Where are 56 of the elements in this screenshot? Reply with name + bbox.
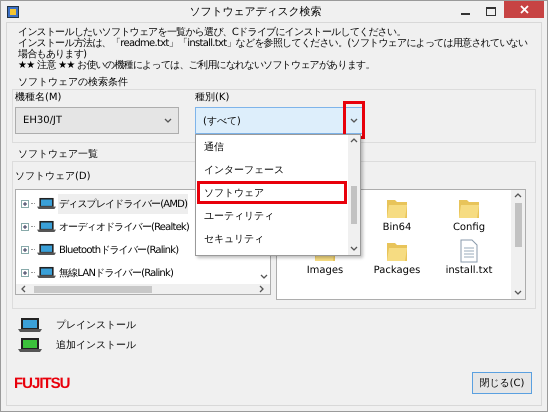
close-button[interactable] [504,1,544,18]
dropdown-option[interactable]: インターフェース [197,158,347,181]
logo: FUJITSU [14,374,70,392]
expand-icon[interactable] [21,246,29,254]
tree-item[interactable]: ディスプレイドライバー(AMD) [58,194,188,214]
scrollbar[interactable] [511,190,525,299]
tree-item[interactable]: Bluetoothドライバー(Ralink) [58,240,180,260]
app-icon [7,6,19,18]
tree-item[interactable]: 無線LANドライバー(Ralink) [58,262,174,282]
dropdown-value: EH30/JT [23,115,63,126]
expand-icon[interactable] [21,200,29,208]
chevron-up-icon[interactable] [350,137,358,145]
chevron-right-icon[interactable] [258,285,266,293]
chevron-down-icon[interactable] [164,116,172,124]
close-dialog-button[interactable]: 閉じる(C) [472,372,532,394]
maximize-icon [486,7,496,16]
file-name[interactable]: install.txt [446,265,492,276]
legend-label: 追加インストール [56,338,136,352]
dropdown-value: (すべて) [203,114,242,128]
file-name[interactable]: Bin64 [382,222,412,233]
instruction-text: インストール方法は、「readme.txt」「install.txt」などを参照してください。(ソフトウェアによっては用意されていない場合もあります) [18,38,528,60]
scrollbar[interactable] [348,135,360,255]
document-icon [459,239,479,263]
dropdown-option[interactable]: ソフトウェア [197,181,347,204]
laptop-icon [37,197,56,210]
instruction-text: インストールしたいソフトウェアを一覧から選び、Cドライブにインストールしてください。 [18,27,407,38]
chevron-down-icon[interactable] [260,273,268,281]
expand-icon[interactable] [21,268,29,276]
laptop-icon [37,266,56,279]
window-title: ソフトウェアディスク検索 [188,4,322,19]
chevron-down-icon[interactable] [350,245,358,253]
laptop-icon [18,337,42,353]
category-dropdown[interactable]: (すべて) [195,107,365,134]
close-icon [520,5,528,14]
expand-icon[interactable] [21,222,29,230]
file-name[interactable]: Images [306,265,344,276]
dropdown-option[interactable]: 通信 [197,135,347,158]
instruction-text: ★★ 注意 ★★ お使いの機種によっては、ご利用になれないソフトウェアがあります。 [18,60,376,71]
chevron-down-icon[interactable] [350,116,358,124]
field-label: 種別(K) [195,92,230,104]
field-label: ソフトウェア(D) [15,171,91,183]
tree-item[interactable]: オーディオドライバー(Realtek) [58,216,190,236]
field-label: 機種名(M) [15,92,62,104]
group-title: ソフトウェア一覧 [18,149,98,161]
laptop-icon [37,243,56,256]
chevron-up-icon[interactable] [514,192,522,200]
scrollbar[interactable] [16,284,270,294]
chevron-down-icon[interactable] [514,289,522,297]
model-dropdown[interactable]: EH30/JT [15,107,179,134]
group-title: ソフトウェアの検索条件 [18,77,128,89]
file-name[interactable]: Config [452,222,486,233]
legend-label: プレインストール [56,318,136,332]
laptop-icon [37,220,56,233]
laptop-icon [18,317,42,333]
chevron-left-icon[interactable] [20,285,28,293]
file-name[interactable]: Packages [374,265,420,276]
